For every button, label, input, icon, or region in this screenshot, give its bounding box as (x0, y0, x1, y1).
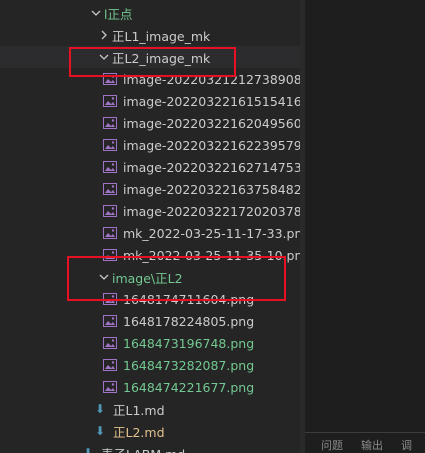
image-file-icon (102, 138, 118, 152)
image-file-icon (102, 314, 118, 328)
file-label: 麦子LABM.md (101, 444, 185, 453)
image-file-icon (102, 204, 118, 218)
file-item[interactable]: 1648473282087.png U (0, 354, 305, 376)
file-item[interactable]: 1648474221677.png U (0, 376, 305, 398)
markdown-file-icon: ⬇ (94, 424, 106, 438)
markdown-file-icon: ⬇ (94, 402, 106, 416)
markdown-file-icon: ⬇ (82, 446, 94, 453)
chevron-down-icon (88, 5, 104, 21)
file-item[interactable]: image-20220322172020378.p... (0, 200, 305, 222)
file-item[interactable]: ⬇ 正L2.md M (0, 420, 305, 442)
image-file-icon (102, 182, 118, 196)
file-label: image-20220322161515416.p... (123, 93, 305, 109)
editor-background (305, 0, 425, 453)
file-item[interactable]: image-20220322162714753.p... (0, 156, 305, 178)
tree-folder-top[interactable]: l正点 (0, 2, 305, 24)
file-label: 1648474221677.png (123, 379, 255, 395)
file-label: 1648473282087.png (123, 357, 255, 373)
explorer-scrollbar[interactable] (300, 0, 305, 453)
folder-label: l正点 (104, 6, 133, 22)
highlight-box (67, 256, 286, 301)
file-label: image-20220322162714753.p... (123, 159, 305, 175)
file-label: 正L1.md (113, 402, 165, 418)
file-item[interactable]: image-20220322162049560.p... (0, 112, 305, 134)
highlight-box (69, 47, 236, 77)
file-label: image-20220322162239579.p... (123, 137, 305, 153)
tab-problems[interactable]: 问题 (321, 439, 343, 453)
file-label: 1648473196748.png (123, 335, 255, 351)
file-label: mk_2022-03-25-11-17-33.png (123, 225, 305, 241)
image-file-icon (102, 116, 118, 130)
tree-folder-l1[interactable]: 正L1_image_mk (0, 24, 305, 46)
image-file-icon (102, 380, 118, 394)
file-item[interactable]: 1648178224805.png (0, 310, 305, 332)
file-item[interactable]: image-20220322161515416.p... (0, 90, 305, 112)
file-label: 正L2.md (113, 424, 165, 440)
file-item[interactable]: ⬇ 正L1.md (0, 398, 305, 420)
folder-label: 正L1_image_mk (112, 28, 211, 44)
file-explorer: l正点 正L1_image_mk 正L2_image_mk image-2022… (0, 0, 305, 453)
chevron-right-icon (96, 27, 112, 43)
image-file-icon (102, 336, 118, 350)
file-item[interactable]: image-20220322163758482.p... (0, 178, 305, 200)
file-label: image-20220322163758482.p... (123, 181, 305, 197)
file-item[interactable]: mk_2022-03-25-11-17-33.png (0, 222, 305, 244)
image-file-icon (102, 358, 118, 372)
file-label: image-20220322162049560.p... (123, 115, 305, 131)
file-item[interactable]: ⬇ 麦子LABM.md (0, 442, 305, 453)
file-label: image-20220322172020378.p... (123, 203, 305, 219)
tab-debug[interactable]: 调 (401, 439, 412, 453)
image-file-icon (102, 226, 118, 240)
tab-output[interactable]: 输出 (361, 439, 383, 453)
file-label: 1648178224805.png (123, 313, 255, 329)
image-file-icon (102, 160, 118, 174)
image-file-icon (102, 94, 118, 108)
file-item[interactable]: 1648473196748.png U (0, 332, 305, 354)
file-item[interactable]: image-20220322162239579.p... (0, 134, 305, 156)
panel-tab-bar: 问题 输出 调 (305, 432, 425, 453)
